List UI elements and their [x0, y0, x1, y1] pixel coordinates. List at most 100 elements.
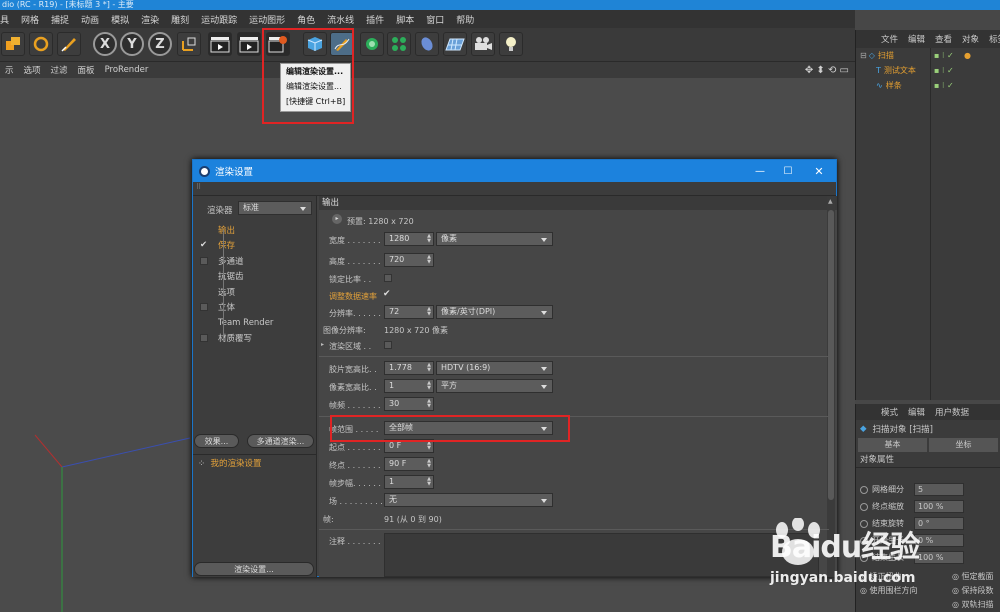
am-field[interactable]: 100 %	[914, 500, 964, 513]
resolution-unit-select[interactable]: 像素/英寸(DPI)	[436, 305, 553, 319]
am-tab-edit[interactable]: 编辑	[903, 406, 930, 418]
renderer-select[interactable]: 标准	[238, 201, 312, 215]
checkbox[interactable]	[200, 302, 208, 311]
viewport-menu-panel[interactable]: 面板	[73, 64, 100, 76]
mograph-cloner-icon[interactable]	[387, 32, 411, 56]
stepper-icon[interactable]: ▲ ▼	[427, 234, 431, 244]
stepper-icon[interactable]: ▲ ▼	[427, 399, 431, 409]
nav-item-multipass[interactable]: 多通道	[200, 253, 244, 268]
lock-ratio-checkbox[interactable]	[384, 274, 392, 282]
render-settings-button[interactable]: 渲染设置...	[194, 562, 314, 576]
stepper-icon[interactable]: ▲ ▼	[427, 363, 431, 373]
z-axis-icon[interactable]: Z	[148, 32, 172, 56]
minimize-icon[interactable]: —	[746, 166, 774, 177]
menu-simulate[interactable]: 模拟	[105, 13, 135, 26]
frame-step-input[interactable]: 1 ▲ ▼	[384, 475, 434, 489]
pixel-aspect-select[interactable]: 平方	[436, 379, 553, 393]
dialog-title-bar[interactable]: 渲染设置 — ☐ ✕	[193, 160, 836, 182]
menu-help[interactable]: 帮助	[450, 13, 480, 26]
grip-icon[interactable]: ⠿	[193, 183, 201, 191]
menu-mesh[interactable]: 网格	[15, 13, 45, 26]
viewport-menu-options[interactable]: 选项	[19, 64, 46, 76]
viewport-menu-prorender[interactable]: ProRender	[100, 65, 154, 75]
menu-script[interactable]: 脚本	[390, 13, 420, 26]
adjust-rate-check-icon[interactable]: ✔	[383, 289, 391, 299]
viewport-menu-display[interactable]: 示	[0, 64, 19, 76]
menu-window[interactable]: 窗口	[420, 13, 450, 26]
scrollbar-thumb[interactable]	[828, 210, 834, 500]
nav-item-stereoscopic[interactable]: 立体	[200, 299, 235, 314]
end-frame-input[interactable]: 90 F ▲ ▼	[384, 457, 434, 471]
notes-textarea[interactable]	[384, 533, 819, 577]
floor-scene-icon[interactable]	[443, 32, 467, 56]
fps-input[interactable]: 30 ▲ ▼	[384, 397, 434, 411]
render-view-icon[interactable]	[208, 32, 232, 56]
visibility-check-icon[interactable]: ▪ ⁝ ✓	[934, 51, 954, 60]
menu-tools[interactable]: 具	[0, 13, 15, 26]
pixel-aspect-input[interactable]: 1 ▲ ▼	[384, 379, 434, 393]
checkbox[interactable]	[200, 256, 208, 265]
field-select[interactable]: 无	[384, 493, 553, 507]
stepper-icon[interactable]: ▲ ▼	[427, 381, 431, 391]
stepper-icon[interactable]: ▲ ▼	[427, 459, 431, 469]
viewport-navigation-icon[interactable]: ✥ ⬍ ⟲ ▭	[800, 65, 855, 76]
object-row-spline[interactable]: ∿ 样条 ▪ ⁝ ✓	[856, 78, 1000, 93]
om-tab-edit[interactable]: 编辑	[903, 33, 930, 45]
menu-sculpt[interactable]: 雕刻	[165, 13, 195, 26]
menu-animate[interactable]: 动画	[75, 13, 105, 26]
tree-toggle-icon[interactable]: ⊟	[860, 51, 867, 60]
height-input[interactable]: 720 ▲ ▼	[384, 253, 434, 267]
om-tab-object[interactable]: 对象	[957, 33, 984, 45]
am-tab-coords[interactable]: 坐标	[929, 438, 998, 452]
viewport-menu-filter[interactable]: 过滤	[46, 64, 73, 76]
width-unit-select[interactable]: 像素	[436, 232, 553, 246]
nav-item-material-override[interactable]: 材质覆写	[200, 330, 252, 345]
nav-item-save[interactable]: ✔ 保存	[200, 237, 235, 252]
check-tick-icon[interactable]: ✔	[200, 240, 218, 250]
visibility-check-icon[interactable]: ▪ ⁝ ✓	[934, 81, 954, 90]
animate-radio[interactable]	[860, 485, 868, 494]
menu-plugins[interactable]: 插件	[360, 13, 390, 26]
stepper-icon[interactable]: ▲ ▼	[427, 255, 431, 265]
film-aspect-input[interactable]: 1.778 ▲ ▼	[384, 361, 434, 375]
om-tab-file[interactable]: 文件	[876, 33, 903, 45]
nav-item-output[interactable]: 输出	[200, 222, 235, 237]
render-region-checkbox[interactable]	[384, 341, 392, 349]
om-tab-tags[interactable]: 标签	[984, 33, 1000, 45]
light-bulb-icon[interactable]	[499, 32, 523, 56]
generator-icon[interactable]	[360, 32, 384, 56]
deformer-icon[interactable]	[415, 32, 439, 56]
stepper-icon[interactable]: ▲ ▼	[427, 477, 431, 487]
am-tab-user-data[interactable]: 用户数据	[930, 406, 974, 418]
stepper-icon[interactable]: ▲ ▼	[427, 307, 431, 317]
nav-item-antialiasing[interactable]: 抗锯齿	[200, 268, 244, 283]
film-aspect-select[interactable]: HDTV (16:9)	[436, 361, 553, 375]
y-axis-icon[interactable]: Y	[120, 32, 144, 56]
camera-icon[interactable]	[471, 32, 495, 56]
object-row-text[interactable]: T 测试文本 ▪ ⁝ ✓	[856, 63, 1000, 78]
coordinate-system-icon[interactable]	[177, 32, 201, 56]
width-input[interactable]: 1280 ▲ ▼	[384, 232, 434, 246]
menu-motion-tracking[interactable]: 运动跟踪	[195, 13, 243, 26]
move-tool-icon[interactable]	[1, 32, 25, 56]
object-row-sweep[interactable]: ⊟ ◇ 扫描 ▪ ⁝ ✓ ●	[856, 48, 1000, 63]
stepper-icon[interactable]: ▲ ▼	[427, 441, 431, 451]
render-region-expand-icon[interactable]: ▸	[321, 341, 324, 348]
pen-tool-icon[interactable]	[57, 32, 81, 56]
menu-character[interactable]: 角色	[291, 13, 321, 26]
menu-render[interactable]: 渲染	[135, 13, 165, 26]
preset-expand-icon[interactable]: ▸	[332, 214, 342, 224]
am-tab-mode[interactable]: 模式	[876, 406, 903, 418]
maximize-icon[interactable]: ☐	[774, 166, 802, 177]
visibility-check-icon[interactable]: ▪ ⁝ ✓	[934, 66, 954, 75]
menu-snap[interactable]: 捕捉	[45, 13, 75, 26]
menu-pipeline[interactable]: 流水线	[321, 13, 360, 26]
x-axis-icon[interactable]: X	[93, 32, 117, 56]
resolution-input[interactable]: 72 ▲ ▼	[384, 305, 434, 319]
render-to-picture-viewer-icon[interactable]	[237, 32, 261, 56]
multipass-render-button[interactable]: 多通道渲染...	[247, 434, 314, 448]
close-icon[interactable]: ✕	[802, 165, 836, 178]
scroll-up-icon[interactable]: ▲	[828, 198, 833, 205]
tag-icon[interactable]: ●	[964, 51, 971, 60]
am-field[interactable]: 5	[914, 483, 964, 496]
